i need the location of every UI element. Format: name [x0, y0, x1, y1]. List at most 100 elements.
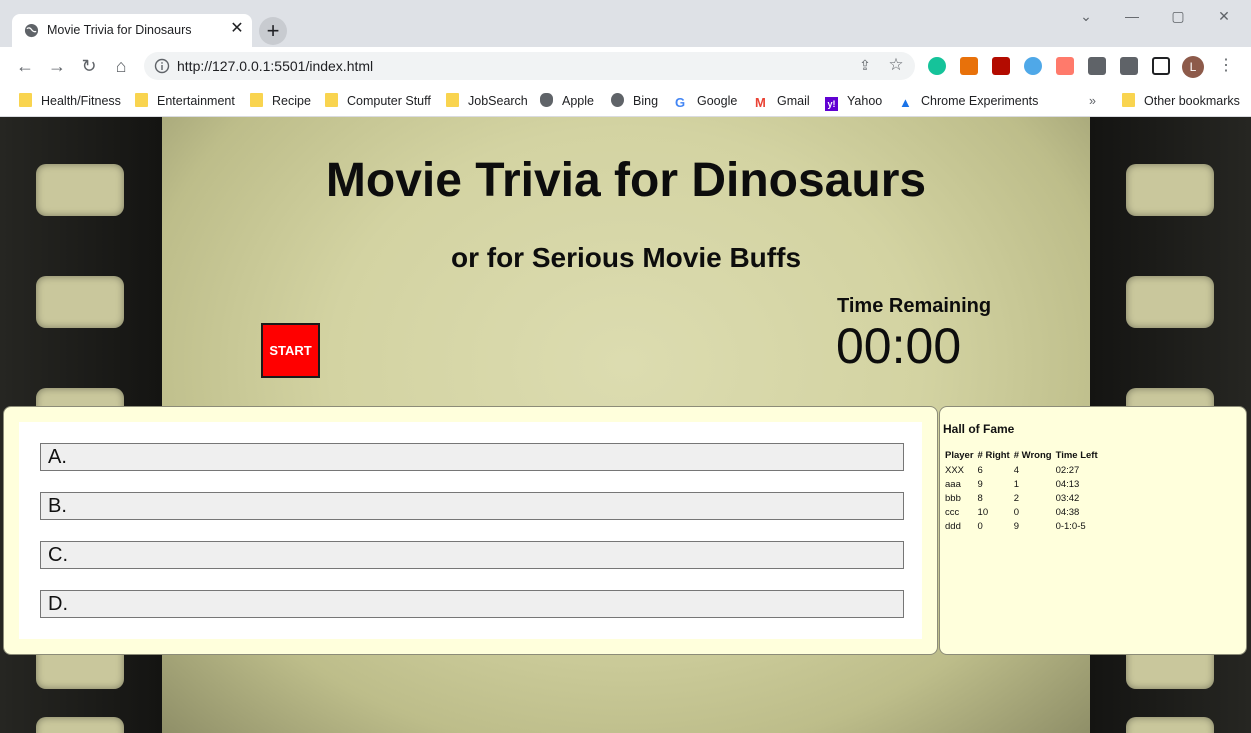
answer-button-d[interactable]: D.	[40, 590, 904, 618]
acrobat-icon[interactable]	[992, 57, 1010, 75]
column-header-player: Player	[945, 450, 974, 461]
table-row: aaa 9 1 04:13	[945, 479, 1102, 493]
folder-icon	[250, 93, 263, 107]
flask-icon: ▲	[899, 95, 912, 110]
film-sprocket-hole	[36, 717, 124, 733]
tab-search-icon[interactable]: ⌄	[1071, 6, 1101, 26]
grammarly-icon[interactable]	[928, 57, 946, 75]
film-sprocket-hole	[36, 276, 124, 328]
page-content: Movie Trivia for Dinosaurs or for Seriou…	[0, 117, 1251, 733]
hall-of-fame-panel: Hall of Fame Player # Right # Wrong Time…	[939, 406, 1247, 655]
folder-icon	[135, 93, 148, 107]
browser-chrome: Movie Trivia for Dinosaurs ✕ + ⌄ — ▢ ✕ ←…	[0, 0, 1251, 117]
right-cell: 9	[977, 479, 983, 490]
film-sprocket-hole	[1126, 276, 1214, 328]
maximize-icon[interactable]: ▢	[1163, 6, 1193, 26]
side-panel-icon[interactable]	[1152, 57, 1170, 75]
page-title: Movie Trivia for Dinosaurs	[325, 154, 927, 207]
screen-record-icon[interactable]	[1056, 57, 1074, 75]
bookmark-gmail[interactable]: M Gmail	[755, 90, 810, 112]
reload-icon[interactable]: ↻	[78, 55, 100, 77]
bookmark-computer-stuff[interactable]: Computer Stuff	[325, 90, 431, 112]
player-cell: aaa	[945, 479, 961, 490]
home-icon[interactable]: ⌂	[110, 55, 132, 77]
answer-button-a[interactable]: A.	[40, 443, 904, 471]
table-row: ddd 0 9 0-1:0-5	[945, 521, 1102, 535]
table-row: bbb 8 2 03:42	[945, 493, 1102, 507]
time-remaining-label: Time Remaining	[837, 295, 992, 317]
tab-strip: Movie Trivia for Dinosaurs ✕ + ⌄ — ▢ ✕	[0, 0, 1251, 47]
time-left-cell: 02:27	[1055, 465, 1080, 476]
bookmark-yahoo[interactable]: y! Yahoo	[825, 90, 882, 112]
globe-icon	[611, 93, 624, 107]
share-icon[interactable]: ⇪	[856, 57, 874, 75]
back-icon[interactable]: ←	[14, 55, 36, 77]
bookmark-recipe[interactable]: Recipe	[250, 90, 311, 112]
start-button[interactable]: START	[261, 323, 320, 378]
new-tab-button[interactable]: +	[259, 17, 287, 45]
yahoo-icon: y!	[825, 97, 838, 111]
tab-close-icon[interactable]: ✕	[228, 20, 246, 38]
bookmark-apple[interactable]: Apple	[540, 90, 594, 112]
right-cell: 10	[977, 507, 989, 518]
profile-avatar[interactable]: L	[1182, 56, 1204, 78]
folder-icon	[1122, 93, 1135, 107]
time-left-cell: 04:13	[1055, 479, 1080, 490]
hall-of-fame-table: Player # Right # Wrong Time Left XXX 6 4…	[945, 450, 1102, 535]
bookmark-star-icon[interactable]: ☆	[887, 55, 905, 75]
apple-icon	[540, 93, 553, 107]
column-header-wrong: # Wrong	[1013, 450, 1052, 461]
browser-toolbar: ← → ↻ ⌂ http://127.0.0.1:5501/index.html…	[0, 47, 1251, 85]
cloud-icon[interactable]	[1024, 57, 1042, 75]
right-cell: 8	[977, 493, 983, 504]
bookmark-chrome-experiments[interactable]: ▲ Chrome Experiments	[899, 90, 1038, 112]
answer-button-b[interactable]: B.	[40, 492, 904, 520]
table-row: XXX 6 4 02:27	[945, 465, 1102, 479]
player-cell: ddd	[945, 521, 961, 532]
bookmark-entertainment[interactable]: Entertainment	[135, 90, 235, 112]
time-left-cell: 04:38	[1055, 507, 1080, 518]
bookmark-health-fitness[interactable]: Health/Fitness	[19, 90, 121, 112]
film-sprocket-hole	[1126, 164, 1214, 216]
folder-icon	[325, 93, 338, 107]
media-queue-icon[interactable]	[1120, 57, 1138, 75]
player-cell: bbb	[945, 493, 961, 504]
column-header-right: # Right	[977, 450, 1010, 461]
folder-icon	[446, 93, 459, 107]
other-bookmarks[interactable]: Other bookmarks	[1122, 90, 1240, 112]
player-cell: XXX	[945, 465, 965, 476]
globe-icon	[24, 23, 39, 38]
wrong-cell: 9	[1013, 521, 1020, 532]
browser-tab[interactable]: Movie Trivia for Dinosaurs ✕	[12, 14, 252, 47]
bookmark-bing[interactable]: Bing	[611, 90, 658, 112]
table-header-row: Player # Right # Wrong Time Left	[945, 450, 1102, 465]
wrong-cell: 4	[1013, 465, 1020, 476]
url-text: http://127.0.0.1:5501/index.html	[177, 58, 374, 74]
table-row: ccc 10 0 04:38	[945, 507, 1102, 521]
info-icon[interactable]	[154, 58, 170, 74]
bookmark-jobsearch[interactable]: JobSearch	[446, 90, 528, 112]
wrong-cell: 1	[1013, 479, 1020, 490]
megaphone-icon[interactable]	[960, 57, 978, 75]
menu-kebab-icon[interactable]: ⋮	[1218, 57, 1234, 75]
more-bookmarks-icon[interactable]: »	[1089, 90, 1096, 112]
wrong-cell: 0	[1013, 507, 1020, 518]
answer-button-c[interactable]: C.	[40, 541, 904, 569]
gmail-icon: M	[755, 95, 766, 110]
right-cell: 0	[977, 521, 983, 532]
extensions-puzzle-icon[interactable]	[1088, 57, 1106, 75]
page-subtitle: or for Serious Movie Buffs	[450, 242, 802, 273]
answers-container: A. B. C. D.	[19, 422, 922, 639]
bookmark-google[interactable]: G Google	[675, 90, 737, 112]
timer-display: 00:00	[836, 318, 962, 374]
google-icon: G	[675, 95, 686, 110]
minimize-icon[interactable]: —	[1117, 6, 1147, 26]
answers-panel: A. B. C. D.	[3, 406, 938, 655]
wrong-cell: 2	[1013, 493, 1020, 504]
address-bar[interactable]: http://127.0.0.1:5501/index.html ⇪ ☆	[144, 52, 915, 80]
tab-title: Movie Trivia for Dinosaurs	[47, 23, 192, 37]
close-window-icon[interactable]: ✕	[1209, 6, 1239, 26]
folder-icon	[19, 93, 32, 107]
film-sprocket-hole	[36, 164, 124, 216]
forward-icon[interactable]: →	[46, 55, 68, 77]
